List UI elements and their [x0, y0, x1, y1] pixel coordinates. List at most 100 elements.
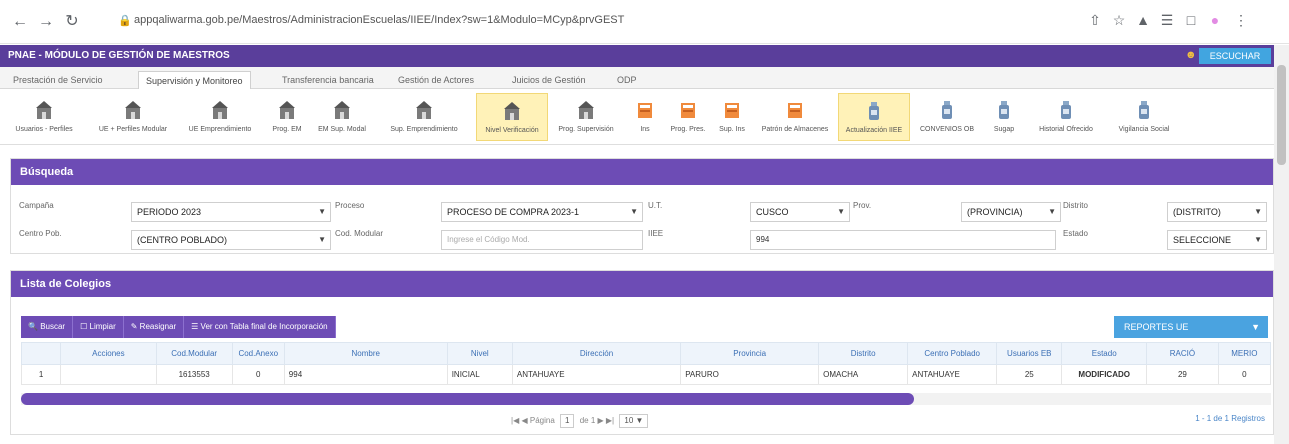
column-header[interactable]: Nivel — [446, 342, 513, 365]
tab-odp[interactable]: ODP — [610, 71, 644, 89]
ribbon-vigilancia[interactable]: Vigilancia Social — [1108, 93, 1180, 141]
distrito-cell: OMACHA — [818, 364, 909, 385]
table-row[interactable]: 1 1613553 0 994 INICIAL ANTAHUAYE PARURO… — [20, 364, 1272, 385]
ribbon-sup-emprendimiento[interactable]: Sup. Emprendimiento — [374, 93, 474, 141]
reports-dropdown[interactable]: REPORTES UE ▼ — [1114, 316, 1268, 338]
column-header[interactable]: Cod.Modular — [155, 342, 233, 365]
column-header[interactable]: Cod.Anexo — [231, 342, 285, 365]
tab-supervision[interactable]: Supervisión y Monitoreo — [138, 71, 251, 89]
bottle-icon — [942, 101, 952, 119]
clear-button-label: Limpiar — [89, 322, 116, 331]
window-icon[interactable]: □ — [1182, 11, 1200, 29]
address-bar[interactable]: appqaliwarma.gob.pe/Maestros/Administrac… — [134, 14, 624, 26]
column-header[interactable]: Centro Poblado — [907, 342, 998, 365]
ribbon-label: Sup. Ins — [719, 126, 745, 133]
column-header[interactable]: Nombre — [283, 342, 448, 365]
tab-gestion-actores[interactable]: Gestión de Actores — [391, 71, 481, 89]
ribbon-ins[interactable]: Ins — [626, 93, 664, 141]
forward-icon[interactable]: → — [36, 12, 56, 32]
ut-value: CUSCO — [756, 207, 789, 217]
chevron-down-icon: ▼ — [1251, 322, 1260, 332]
ribbon-usuarios[interactable]: Usuarios - Perfiles — [4, 93, 84, 141]
back-icon[interactable]: ← — [10, 12, 30, 32]
column-header[interactable]: Usuarios EB — [996, 342, 1063, 365]
estado-select[interactable]: SELECCIONE ▼ — [1167, 230, 1267, 250]
actions-cell[interactable] — [60, 364, 157, 385]
extension-icon[interactable]: ▲ — [1134, 11, 1152, 29]
ribbon-label: Sugap — [993, 126, 1015, 133]
clear-button[interactable]: ☐ Limpiar — [73, 316, 124, 338]
first-page-icon[interactable]: |◀ — [511, 416, 519, 425]
profile-icon[interactable]: ● — [1206, 11, 1224, 29]
user-icon: ☻ — [1185, 49, 1197, 61]
page-size-select[interactable]: 10 ▼ — [619, 414, 649, 428]
proceso-value: PROCESO DE COMPRA 2023-1 — [447, 207, 580, 217]
column-header[interactable]: Distrito — [818, 342, 909, 365]
nivel-cell: INICIAL — [446, 364, 513, 385]
vertical-scrollbar[interactable] — [1274, 45, 1289, 444]
distrito-select[interactable]: (DISTRITO) ▼ — [1167, 202, 1267, 222]
menu-icon[interactable]: ⋮ — [1232, 11, 1250, 29]
ribbon-patron-almacenes[interactable]: Patrón de Almacenes — [754, 93, 836, 141]
ribbon-historial[interactable]: Historial Ofrecido — [1026, 93, 1106, 141]
ribbon-label: Nivel Verificación — [485, 127, 539, 134]
column-header[interactable] — [20, 342, 62, 365]
column-header[interactable]: MERIO — [1217, 342, 1272, 365]
pagination: |◀ ◀ Página 1 de 1 ▶ ▶| 10 ▼ — [511, 414, 651, 428]
column-header[interactable]: Provincia — [680, 342, 820, 365]
chevron-down-icon: ▼ — [837, 207, 845, 216]
ribbon-sup-ins[interactable]: Sup. Ins — [712, 93, 752, 141]
tab-juicios[interactable]: Juicios de Gestión — [505, 71, 593, 89]
ut-select[interactable]: CUSCO ▼ — [750, 202, 850, 222]
ribbon-em-sup-modal[interactable]: EM Sup. Modal — [312, 93, 372, 141]
reports-label: REPORTES UE — [1124, 322, 1189, 332]
building-icon — [578, 101, 594, 119]
ribbon-sugap[interactable]: Sugap — [984, 93, 1024, 141]
ribbon-convenios[interactable]: CONVENIOS OB — [912, 93, 982, 141]
ribbon-prog-em[interactable]: Prog. EM — [264, 93, 310, 141]
iiee-input[interactable]: 994 — [750, 230, 1056, 250]
tab-transferencia[interactable]: Transferencia bancaria — [275, 71, 381, 89]
page-input[interactable]: 1 — [560, 414, 575, 428]
ribbon-nivel-verificacion[interactable]: Nivel Verificación — [476, 93, 548, 141]
ribbon-ue-perfiles[interactable]: UE + Perfiles Modular — [88, 93, 178, 141]
share-icon[interactable]: ⇧ — [1086, 11, 1104, 29]
ribbon-actualizacion-iiee[interactable]: Actualización IIEE — [838, 93, 910, 141]
media-icon[interactable]: ☰ — [1158, 11, 1176, 29]
next-page-icon[interactable]: ▶ — [598, 416, 604, 425]
proceso-select[interactable]: PROCESO DE COMPRA 2023-1 ▼ — [441, 202, 643, 222]
column-header[interactable]: Acciones — [60, 342, 157, 365]
prov-select[interactable]: (PROVINCIA) ▼ — [961, 202, 1061, 222]
scrollbar-thumb[interactable] — [21, 393, 914, 405]
user-menu-button[interactable]: ESCUCHAR — [1199, 48, 1271, 64]
star-icon[interactable]: ☆ — [1110, 11, 1128, 29]
building-icon — [416, 101, 432, 119]
list-panel-title: Lista de Colegios — [11, 271, 1273, 297]
ribbon-ue-emprendimiento[interactable]: UE Emprendimiento — [180, 93, 260, 141]
horizontal-scrollbar[interactable] — [21, 393, 1271, 405]
ribbon-prog-supervision[interactable]: Prog. Supervisión — [550, 93, 622, 141]
estado-value: SELECCIONE — [1173, 235, 1232, 245]
last-page-icon[interactable]: ▶| — [606, 416, 614, 425]
search-button[interactable]: 🔍 Buscar — [21, 316, 74, 338]
row-number: 1 — [20, 364, 62, 385]
book-icon — [725, 103, 739, 118]
scrollbar-thumb[interactable] — [1277, 65, 1286, 165]
cod-modular-input[interactable]: Ingrese el Código Mod. — [441, 230, 643, 250]
reassign-button[interactable]: ✎ Reasignar — [124, 316, 185, 338]
reload-icon[interactable]: ↻ — [62, 12, 82, 32]
column-header[interactable]: Dirección — [511, 342, 682, 365]
ribbon-label: Ins — [640, 126, 650, 133]
estado-cell: MODIFICADO — [1061, 364, 1148, 385]
centro-select[interactable]: (CENTRO POBLADO) ▼ — [131, 230, 331, 250]
campana-select[interactable]: PERIODO 2023 ▼ — [131, 202, 331, 222]
ribbon-prog-pres[interactable]: Prog. Pres. — [666, 93, 710, 141]
column-header[interactable]: Estado — [1061, 342, 1148, 365]
tab-prestacion[interactable]: Prestación de Servicio — [6, 71, 110, 89]
column-header[interactable]: RACIÓ — [1146, 342, 1219, 365]
view-table-button-label: Ver con Tabla final de Incorporación — [200, 322, 328, 331]
book-icon — [681, 103, 695, 118]
view-table-button[interactable]: ☰ Ver con Tabla final de Incorporación — [184, 316, 336, 338]
merio-cell: 0 — [1217, 364, 1272, 385]
prev-page-icon[interactable]: ◀ — [521, 416, 527, 425]
